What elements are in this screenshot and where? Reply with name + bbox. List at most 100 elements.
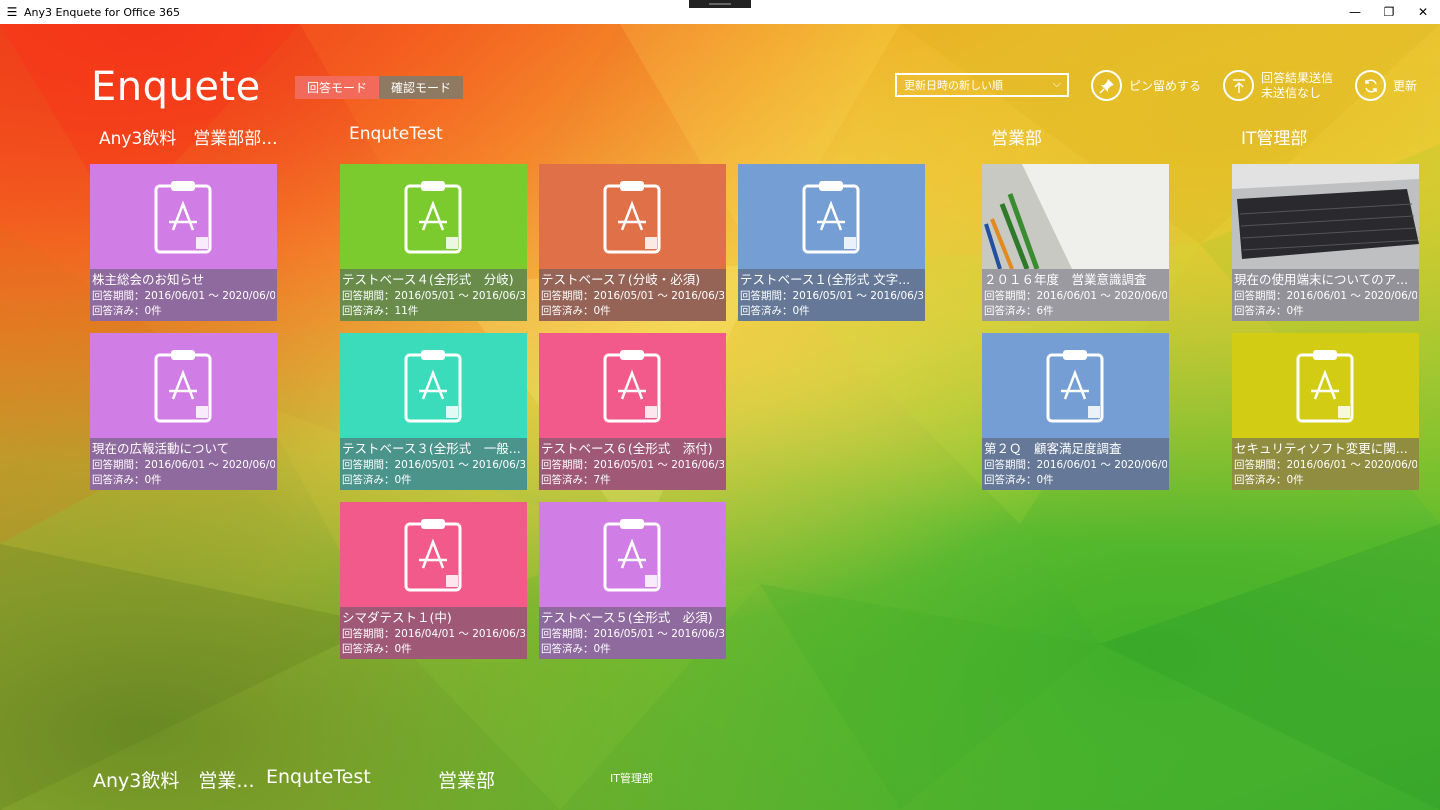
clipboard-icon [154,180,212,254]
survey-tile[interactable]: 現在の広報活動について回答期間：2016/06/01 ～ 2020/06/01 回… [90,333,277,490]
survey-answer-count: 回答済み：0件 [740,305,810,317]
survey-tile[interactable]: 現在の使用端末についてのア... 回答期間：2016/06/01 ～ 2020/0… [1232,164,1419,321]
survey-title: シマダテスト１(中) [342,610,452,625]
refresh-label: 更新 [1393,79,1418,93]
minimize-button[interactable]: — [1338,0,1372,24]
survey-title: ２０１６年度 営業意識調査 [984,272,1147,287]
survey-info: テストベース５(全形式 必須) 回答期間：2016/05/01 ～ 2016/06… [539,607,726,659]
clipboard-icon [603,518,661,592]
send-results-label: 回答結果送信 [1261,70,1334,85]
sort-order-select[interactable]: 更新日時の新しい順 ⌵ [895,73,1069,97]
group-header-enqutetest[interactable]: EnquteTest [349,124,443,144]
chevron-down-icon: ⌵ [1052,77,1061,90]
survey-tile[interactable]: テストベース７(分岐・必須) 回答期間：2016/05/01 ～ 2016/06/… [539,164,726,321]
clipboard-icon [802,180,860,254]
survey-answer-count: 回答済み：11件 [342,305,419,317]
survey-info: 現在の広報活動について回答期間：2016/06/01 ～ 2020/06/01 回… [90,438,277,490]
survey-info: テストベース１(全形式 文字... 回答期間：2016/05/01 ～ 2016/… [738,269,925,321]
refresh-button[interactable]: 更新 [1355,70,1417,101]
survey-info: 現在の使用端末についてのア... 回答期間：2016/06/01 ～ 2020/0… [1232,269,1419,321]
survey-photo [982,164,1169,270]
confirm-mode-button[interactable]: 確認モード [379,76,464,99]
survey-title: 現在の使用端末についてのア... [1234,272,1409,287]
survey-title: テストベース６(全形式 添付) [541,441,713,456]
pin-button[interactable]: ピン留めする [1091,70,1201,101]
survey-period: 回答期間：2016/05/01 ～ 2016/06/30 [541,290,724,302]
survey-period: 回答期間：2016/06/01 ～ 2020/06/01 [984,459,1167,471]
survey-tile[interactable]: ２０１６年度 営業意識調査回答期間：2016/06/01 ～ 2020/06/0… [982,164,1169,321]
group-header-sales[interactable]: 営業部 [991,124,1042,149]
survey-period: 回答期間：2016/05/01 ～ 2016/06/30 [740,290,923,302]
survey-answer-count: 回答済み：0件 [984,474,1054,486]
survey-info: テストベース３(全形式 一般... 回答期間：2016/05/01 ～ 2016/… [340,438,527,490]
group-header-any3[interactable]: Any3飲料 営業部部... [99,124,278,149]
survey-info: 第２Ｑ 顧客満足度調査回答期間：2016/06/01 ～ 2020/06/01 回… [982,438,1169,490]
survey-tile[interactable]: テストベース１(全形式 文字... 回答期間：2016/05/01 ～ 2016/… [738,164,925,321]
survey-period: 回答期間：2016/06/01 ～ 2020/06/01 [984,290,1167,302]
survey-tile[interactable]: 株主総会のお知らせ回答期間：2016/06/01 ～ 2020/06/01 回答済… [90,164,277,321]
survey-answer-count: 回答済み：0件 [342,474,412,486]
send-results-button[interactable]: 回答結果送信 未送信なし [1223,70,1333,101]
survey-period: 回答期間：2016/06/01 ～ 2020/06/01 [1234,290,1417,302]
survey-answer-count: 回答済み：7件 [541,474,611,486]
survey-title: 第２Ｑ 顧客満足度調査 [984,441,1122,456]
pin-icon [1091,70,1122,101]
refresh-icon [1355,70,1386,101]
survey-title: テストベース４(全形式 分岐) [342,272,514,287]
title-bar: ☰ Any3 Enquete for Office 365 — ❐ ✕ [0,0,1440,24]
window-title: Any3 Enquete for Office 365 [24,5,180,19]
survey-info: テストベース７(分岐・必須) 回答期間：2016/05/01 ～ 2016/06/… [539,269,726,321]
clipboard-icon [404,180,462,254]
survey-info: 株主総会のお知らせ回答期間：2016/06/01 ～ 2020/06/01 回答済… [90,269,277,321]
answer-mode-button[interactable]: 回答モード [295,76,380,99]
nav-group-enqutetest[interactable]: EnquteTest [266,766,371,788]
survey-tile[interactable]: シマダテスト１(中) 回答期間：2016/04/01 ～ 2016/06/30 回答… [340,502,527,659]
survey-title: セキュリティソフト変更に関... [1234,441,1408,456]
survey-info: セキュリティソフト変更に関... 回答期間：2016/06/01 ～ 2020/0… [1232,438,1419,490]
clipboard-icon [603,180,661,254]
survey-tile[interactable]: テストベース３(全形式 一般... 回答期間：2016/05/01 ～ 2016/… [340,333,527,490]
clipboard-icon [603,349,661,423]
survey-period: 回答期間：2016/06/01 ～ 2020/06/01 [92,459,275,471]
survey-info: シマダテスト１(中) 回答期間：2016/04/01 ～ 2016/06/30 回答… [340,607,527,659]
survey-period: 回答期間：2016/05/01 ～ 2016/06/30 [541,459,724,471]
window-notch [689,0,751,8]
clipboard-icon [154,349,212,423]
app-canvas: Enquete 回答モード 確認モード 更新日時の新しい順 ⌵ ピン留めする 回… [0,24,1440,810]
survey-tile[interactable]: テストベース５(全形式 必須) 回答期間：2016/05/01 ～ 2016/06… [539,502,726,659]
hamburger-menu-icon[interactable]: ☰ [0,5,24,19]
survey-answer-count: 回答済み：0件 [92,474,162,486]
survey-answer-count: 回答済み：0件 [92,305,162,317]
clipboard-icon [404,518,462,592]
survey-answer-count: 回答済み：0件 [1234,305,1304,317]
survey-tile[interactable]: テストベース４(全形式 分岐) 回答期間：2016/05/01 ～ 2016/06… [340,164,527,321]
survey-answer-count: 回答済み：0件 [541,643,611,655]
survey-period: 回答期間：2016/06/01 ～ 2020/06/01 [92,290,275,302]
maximize-button[interactable]: ❐ [1372,0,1406,24]
survey-info: ２０１６年度 営業意識調査回答期間：2016/06/01 ～ 2020/06/0… [982,269,1169,321]
survey-answer-count: 回答済み：0件 [1234,474,1304,486]
pin-label: ピン留めする [1129,79,1202,93]
survey-title: テストベース１(全形式 文字... [740,272,911,287]
survey-period: 回答期間：2016/05/01 ～ 2016/06/30 [342,459,525,471]
survey-tile[interactable]: 第２Ｑ 顧客満足度調査回答期間：2016/06/01 ～ 2020/06/01 回… [982,333,1169,490]
survey-tile[interactable]: テストベース６(全形式 添付) 回答期間：2016/05/01 ～ 2016/06… [539,333,726,490]
clipboard-icon [1046,349,1104,423]
survey-info: テストベース６(全形式 添付) 回答期間：2016/05/01 ～ 2016/06… [539,438,726,490]
survey-title: テストベース７(分岐・必須) [541,272,701,287]
nav-group-it[interactable]: IT管理部 [610,770,653,786]
survey-answer-count: 回答済み：6件 [984,305,1054,317]
group-header-it[interactable]: IT管理部 [1241,124,1307,149]
survey-period: 回答期間：2016/05/01 ～ 2016/06/30 [342,290,525,302]
survey-tile[interactable]: セキュリティソフト変更に関... 回答期間：2016/06/01 ～ 2020/0… [1232,333,1419,490]
survey-period: 回答期間：2016/05/01 ～ 2016/06/30 [541,628,724,640]
survey-info: テストベース４(全形式 分岐) 回答期間：2016/05/01 ～ 2016/06… [340,269,527,321]
survey-period: 回答期間：2016/04/01 ～ 2016/06/30 [342,628,525,640]
survey-answer-count: 回答済み：0件 [342,643,412,655]
upload-icon [1223,70,1254,101]
survey-title: 株主総会のお知らせ [92,272,205,287]
survey-title: 現在の広報活動について [92,441,230,456]
nav-group-any3[interactable]: Any3飲料 営業... [93,766,255,793]
close-button[interactable]: ✕ [1406,0,1440,24]
nav-group-sales[interactable]: 営業部 [438,766,495,793]
